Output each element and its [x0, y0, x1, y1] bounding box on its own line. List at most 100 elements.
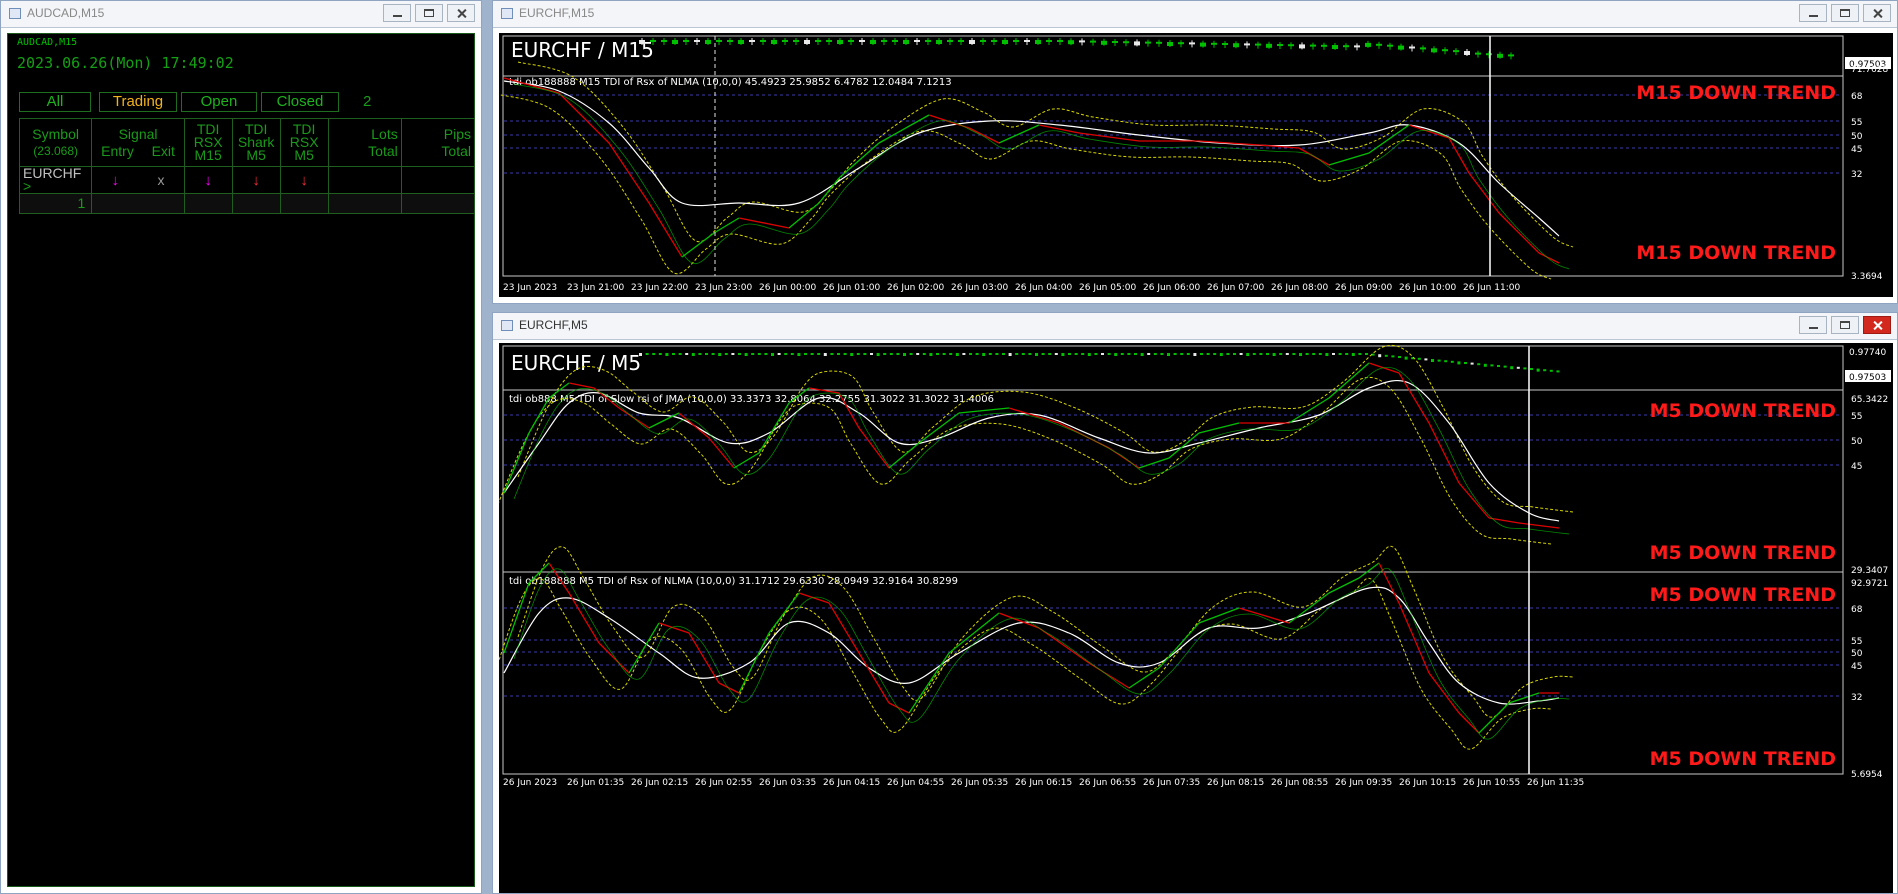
- rsi-line-segment: [1498, 212, 1540, 254]
- candle: [823, 353, 827, 356]
- y-axis-label: 32: [1851, 170, 1862, 180]
- x-axis-label: 26 Jun 08:00: [1271, 283, 1328, 293]
- rsi-line-segment: [948, 612, 1000, 654]
- rsi-line-segment: [598, 642, 630, 674]
- trend1-label-top: M5 DOWN TREND: [1650, 400, 1836, 422]
- trend2-label-bottom: M5 DOWN TREND: [1650, 748, 1836, 770]
- close-button[interactable]: [1863, 4, 1891, 22]
- candle: [691, 353, 695, 356]
- m5-chart[interactable]: EURCHF / M5 tdi ob888 M5 TDI of Slow rsi…: [499, 343, 1893, 893]
- tab-trading[interactable]: Trading: [99, 92, 177, 112]
- minimize-button[interactable]: [1799, 4, 1827, 22]
- lower-band-line: [499, 577, 1552, 750]
- candle: [1530, 368, 1533, 370]
- candle: [1325, 353, 1329, 356]
- candle: [738, 353, 741, 355]
- rsi-line-segment: [998, 124, 1040, 144]
- candle: [1523, 367, 1527, 370]
- m5-chart-area[interactable]: EURCHF / M5 tdi ob888 M5 TDI of Slow rsi…: [499, 343, 1893, 893]
- x-axis-label: 26 Jun 10:15: [1399, 778, 1456, 788]
- x-axis-labels: 26 Jun 2023 26 Jun 01:35 26 Jun 02:15 26 Ju…: [503, 778, 1584, 788]
- table-row[interactable]: EURCHF > ↓ x ↓ ↓ ↓: [18, 165, 476, 194]
- audcad-titlebar[interactable]: AUDCAD,M15: [1, 1, 481, 28]
- rsi-line-segment: [738, 632, 770, 694]
- price-candles: [639, 353, 1560, 373]
- candle: [1259, 353, 1263, 355]
- maximize-button[interactable]: [1831, 316, 1859, 334]
- rsi-line-segment: [1358, 562, 1380, 579]
- m5-titlebar[interactable]: EURCHF,M5: [493, 313, 1897, 340]
- rsi-line-segment: [888, 702, 910, 714]
- fast-line: [513, 567, 1570, 740]
- maximize-button[interactable]: [415, 4, 443, 22]
- x-axis-label: 26 Jun 09:35: [1335, 778, 1392, 788]
- candle: [1417, 357, 1421, 360]
- candle: [936, 353, 939, 355]
- tab-open[interactable]: Open: [181, 92, 257, 112]
- minimize-button[interactable]: [383, 4, 411, 22]
- shark-m5-down-arrow-icon: ↓: [252, 171, 260, 189]
- rsi-line-segment: [768, 592, 800, 634]
- tab-all[interactable]: All: [19, 92, 91, 112]
- x-axis-label: 26 Jun 05:35: [951, 778, 1008, 788]
- rsi-line-segment: [1328, 152, 1370, 166]
- rsi-line-segment: [1458, 482, 1490, 519]
- x-axis-label: 23 Jun 2023: [503, 283, 557, 293]
- maximize-button[interactable]: [1831, 4, 1859, 22]
- candle: [1266, 353, 1269, 355]
- x-axis-label: 26 Jun 01:35: [567, 778, 624, 788]
- candle: [804, 353, 807, 355]
- x-axis-label: 26 Jun 07:35: [1143, 778, 1200, 788]
- m15-chart[interactable]: EURCHF / M15 tdi ob188888 M15 TDI of Rsx…: [499, 33, 1893, 297]
- candle: [1279, 353, 1283, 355]
- candle: [909, 353, 913, 355]
- row-symbol[interactable]: EURCHF: [23, 165, 81, 181]
- m15-chart-area[interactable]: EURCHF / M15 tdi ob188888 M15 TDI of Rsx…: [499, 33, 1893, 297]
- x-axis-label: 26 Jun 06:15: [1015, 778, 1072, 788]
- x-axis-label: 23 Jun 22:00: [631, 283, 688, 293]
- candle: [1444, 360, 1448, 363]
- rsi-line-segment: [1288, 397, 1330, 424]
- candle: [1437, 359, 1441, 362]
- close-button[interactable]: [447, 4, 475, 22]
- row-marker: >: [23, 178, 32, 194]
- close-button[interactable]: [1863, 316, 1891, 334]
- candle: [1516, 366, 1520, 369]
- candle: [962, 353, 966, 355]
- y-axis-label: 71.7628: [1851, 65, 1888, 75]
- candle: [764, 353, 768, 355]
- window-title: EURCHF,M5: [519, 318, 588, 332]
- candle: [1048, 353, 1052, 355]
- m15-titlebar[interactable]: EURCHF,M15: [493, 1, 1897, 28]
- candle: [1120, 353, 1124, 355]
- rsi-line-segment: [1478, 702, 1510, 734]
- x-axis-label: 23 Jun 23:00: [695, 283, 752, 293]
- header-entry: Entry: [101, 142, 134, 159]
- rsi-line-segment: [1198, 607, 1240, 624]
- rsi-line-segment: [681, 232, 715, 258]
- eurchf-m5-window[interactable]: EURCHF,M5 EURCHF / M5 tdi ob888 M5 TDI o…: [492, 312, 1898, 894]
- candle: [757, 353, 761, 355]
- candle: [876, 353, 880, 356]
- audcad-window[interactable]: AUDCAD,M15 AUDCAD,M15 2023.06.26(Mon) 17…: [0, 0, 482, 894]
- rsi-line-segment: [1398, 372, 1430, 424]
- tab-closed[interactable]: Closed: [261, 92, 339, 112]
- candle: [771, 353, 774, 356]
- candle: [705, 353, 708, 355]
- total-row-count: 1: [77, 195, 86, 211]
- candle: [1464, 362, 1467, 364]
- eurchf-m15-window[interactable]: EURCHF,M15 EURCHF / M15 tdi ob188888 M15…: [492, 0, 1898, 304]
- candle: [1206, 353, 1210, 355]
- candle: [1490, 364, 1494, 367]
- rsi-line-segment: [568, 382, 595, 389]
- candle: [1318, 353, 1322, 355]
- candle: [1424, 358, 1428, 361]
- x-axis-label: 26 Jun 06:55: [1079, 778, 1136, 788]
- rsi-line-segment: [1538, 252, 1560, 264]
- minimize-button[interactable]: [1799, 316, 1827, 334]
- rsi-line-segment: [1198, 140, 1260, 146]
- candle: [784, 353, 788, 355]
- rsi-line-segment: [958, 407, 1010, 414]
- candle: [1233, 353, 1236, 355]
- candle: [1246, 353, 1250, 356]
